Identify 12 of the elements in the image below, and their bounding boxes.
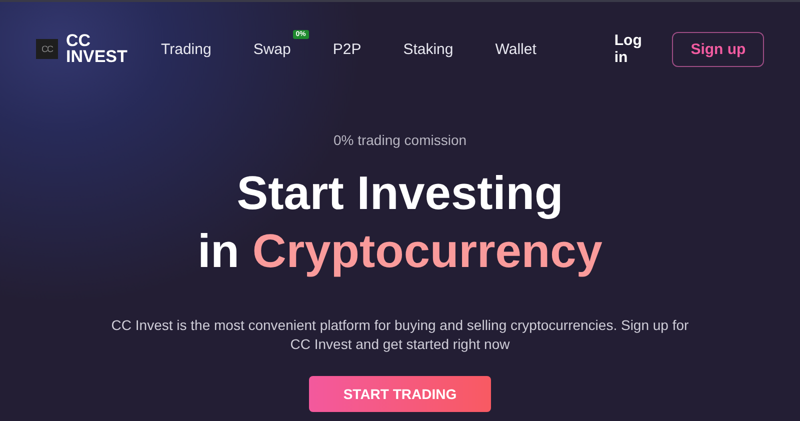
nav-link[interactable]: Wallet — [495, 40, 536, 58]
login-link[interactable]: Log in — [614, 32, 656, 66]
hero-title: Start Investing — [236, 165, 564, 221]
nav-link[interactable]: Staking — [403, 40, 454, 58]
hero-title: in Cryptocurrency — [198, 223, 602, 279]
logo-text: CC INVEST — [66, 33, 128, 65]
nav-link[interactable]: Trading — [161, 40, 212, 58]
nav-link[interactable]: P2P — [332, 40, 362, 58]
hero-eyebrow: 0% trading comission — [333, 132, 467, 148]
logo-mark: CC — [36, 39, 58, 59]
hero-description: CC Invest is the most convenient platform for buying and selling cryptocurrencies. Sign up for CC Invest and get started right now — [110, 316, 690, 354]
signup-button[interactable]: Sign up — [672, 32, 764, 66]
